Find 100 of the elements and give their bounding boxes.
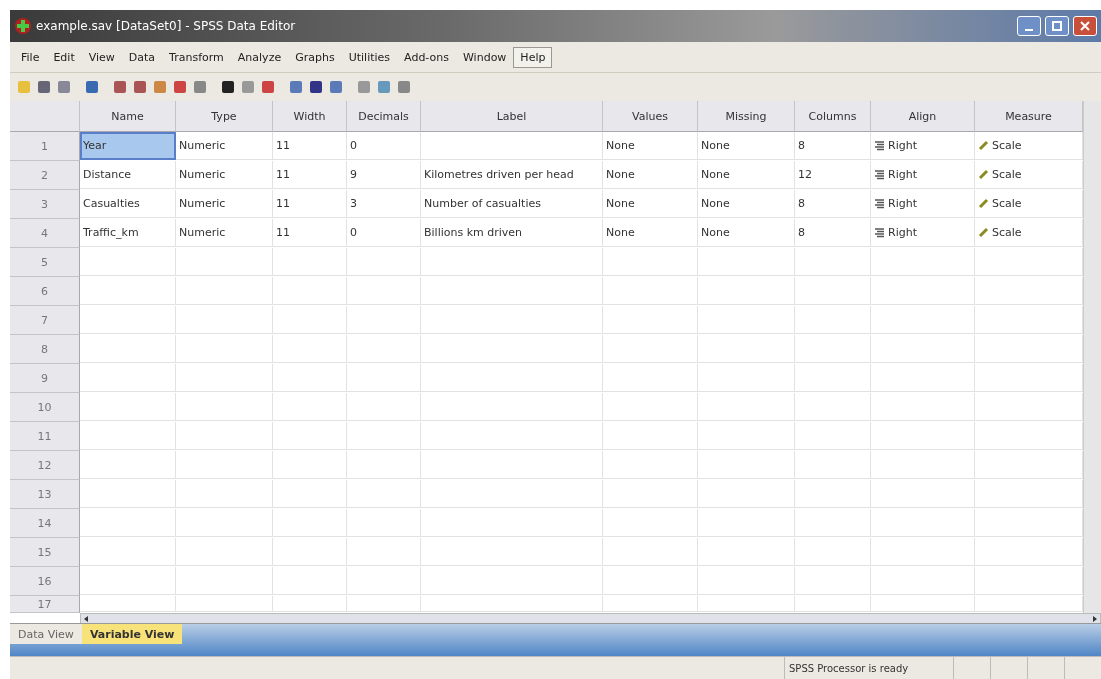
row-number[interactable]: 8 [10, 335, 80, 364]
ruler-icon [978, 198, 989, 209]
menu-item[interactable]: Help [513, 46, 553, 68]
table-cell[interactable]: 3 [347, 190, 421, 218]
table-cell[interactable]: 11 [273, 161, 347, 189]
table-cell[interactable]: None [603, 132, 698, 160]
cell-text: Scale [992, 226, 1022, 239]
table-cell[interactable]: 12 [795, 161, 871, 189]
cell-text: Scale [992, 168, 1022, 181]
column-header[interactable]: Missing [698, 101, 795, 132]
column-header[interactable]: Label [421, 101, 603, 132]
column-header[interactable]: Columns [795, 101, 871, 132]
ruler-icon [978, 169, 989, 180]
table-cell[interactable]: Right [871, 132, 975, 160]
column-header[interactable]: Name [80, 101, 176, 132]
status-message: SPSS Processor is ready [784, 657, 953, 679]
menu-item[interactable]: Edit [46, 46, 82, 68]
vertical-scrollbar[interactable] [1083, 101, 1101, 613]
table-cell[interactable]: None [698, 161, 795, 189]
cell-text: Right [888, 226, 917, 239]
table-cell[interactable]: Billions km driven [421, 219, 603, 247]
cell-text: Scale [992, 197, 1022, 210]
table-cell[interactable]: 11 [273, 190, 347, 218]
menu-item[interactable]: Utilities [341, 46, 398, 68]
table-cell[interactable]: Scale [975, 219, 1083, 247]
row-number[interactable]: 1 [10, 132, 80, 161]
table-cell[interactable]: None [603, 161, 698, 189]
table-cell[interactable]: None [698, 132, 795, 160]
table-cell[interactable]: 9 [347, 161, 421, 189]
maximize-icon [1052, 21, 1062, 31]
menu-item[interactable]: Analyze [230, 46, 289, 68]
column-header[interactable]: Measure [975, 101, 1083, 132]
row-number[interactable]: 9 [10, 364, 80, 393]
table-cell[interactable]: 11 [273, 219, 347, 247]
column-header[interactable]: Align [871, 101, 975, 132]
table-cell[interactable]: Right [871, 190, 975, 218]
horizontal-scrollbar[interactable] [80, 613, 1101, 623]
table-cell[interactable]: None [603, 219, 698, 247]
row-number[interactable]: 17 [10, 596, 80, 613]
align-right-icon [874, 169, 885, 180]
align-right-icon [874, 140, 885, 151]
table-cell[interactable]: None [698, 190, 795, 218]
table-cell[interactable]: Numeric [176, 219, 273, 247]
table-cell[interactable]: Casualties [80, 190, 176, 218]
menu-item[interactable]: Data [121, 46, 163, 68]
row-number[interactable]: 5 [10, 248, 80, 277]
app-logo-icon [14, 17, 32, 35]
window-title: example.sav [DataSet0] - SPSS Data Editor [36, 19, 297, 33]
row-number[interactable]: 13 [10, 480, 80, 509]
column-header[interactable]: Values [603, 101, 698, 132]
cell-text: Right [888, 197, 917, 210]
cell-text: Scale [992, 139, 1022, 152]
row-number[interactable]: 11 [10, 422, 80, 451]
table-cell[interactable]: 8 [795, 190, 871, 218]
ruler-icon [978, 227, 989, 238]
table-cell[interactable]: Numeric [176, 132, 273, 160]
menu-item[interactable]: Window [456, 46, 514, 68]
table-cell[interactable]: None [603, 190, 698, 218]
column-header[interactable]: Type [176, 101, 273, 132]
table-cell[interactable]: 0 [347, 219, 421, 247]
row-number[interactable]: 12 [10, 451, 80, 480]
table-cell[interactable]: Distance [80, 161, 176, 189]
table-cell[interactable]: Scale [975, 161, 1083, 189]
row-number[interactable]: 4 [10, 219, 80, 248]
row-number[interactable]: 15 [10, 538, 80, 567]
table-cell[interactable]: Right [871, 219, 975, 247]
table-cell[interactable]: 8 [795, 219, 871, 247]
table-cell[interactable]: Kilometres driven per head [421, 161, 603, 189]
table-cell[interactable]: Number of casualties [421, 190, 603, 218]
row-number[interactable]: 16 [10, 567, 80, 596]
column-header[interactable]: Decimals [347, 101, 421, 132]
ruler-icon [978, 140, 989, 151]
table-cell[interactable]: Right [871, 161, 975, 189]
table-cell[interactable]: Numeric [176, 190, 273, 218]
column-header[interactable]: Width [273, 101, 347, 132]
maximize-button[interactable] [1045, 16, 1069, 36]
menu-item[interactable]: File [14, 46, 47, 68]
minimize-button[interactable] [1017, 16, 1041, 36]
view-tab[interactable]: Data View [10, 624, 82, 644]
row-number[interactable]: 10 [10, 393, 80, 422]
table-cell[interactable]: Traffic_km [80, 219, 176, 247]
menu-item[interactable]: Add-ons [397, 46, 456, 68]
menu-item[interactable]: View [81, 46, 122, 68]
table-cell[interactable]: Scale [975, 190, 1083, 218]
close-button[interactable] [1073, 16, 1097, 36]
row-number[interactable]: 7 [10, 306, 80, 335]
row-number[interactable]: 14 [10, 509, 80, 538]
table-cell[interactable]: Scale [975, 132, 1083, 160]
table-cell[interactable]: 11 [273, 132, 347, 160]
view-tab[interactable]: Variable View [81, 624, 183, 644]
table-cell[interactable]: Numeric [176, 161, 273, 189]
table-cell[interactable]: 8 [795, 132, 871, 160]
menu-item[interactable]: Graphs [288, 46, 342, 68]
table-cell[interactable]: 0 [347, 132, 421, 160]
row-number[interactable]: 6 [10, 277, 80, 306]
row-number[interactable]: 2 [10, 161, 80, 190]
menu-item[interactable]: Transform [162, 46, 231, 68]
row-number[interactable]: 3 [10, 190, 80, 219]
table-cell[interactable]: Year [80, 132, 176, 160]
table-cell[interactable]: None [698, 219, 795, 247]
